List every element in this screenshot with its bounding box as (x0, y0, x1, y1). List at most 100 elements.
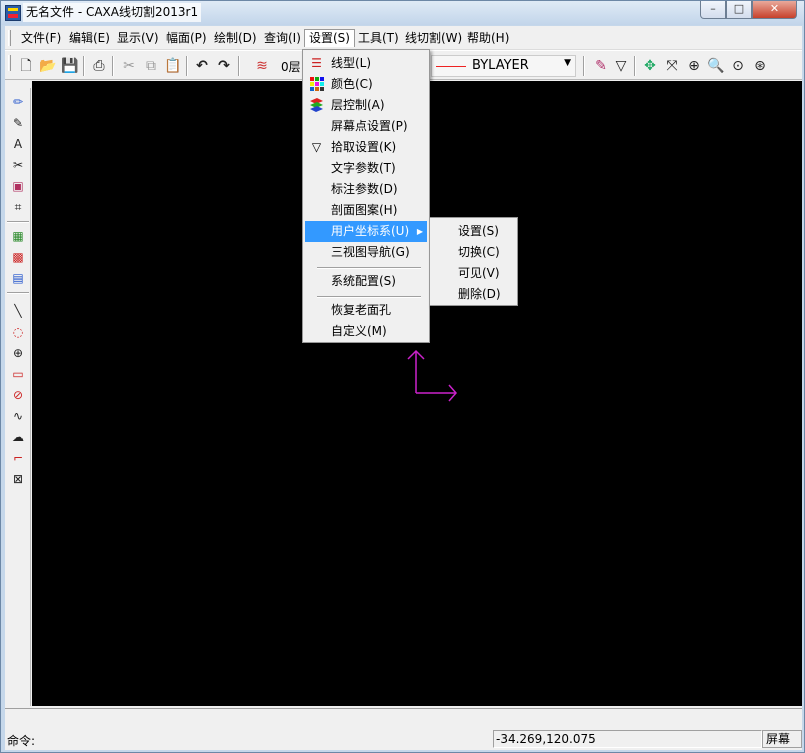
menu-item-layer-control[interactable]: 层控制(A) (305, 95, 427, 116)
arc-icon[interactable]: ◌ (8, 322, 28, 342)
menu-item-label: 拾取设置(K) (331, 140, 397, 154)
menu-settings[interactable]: 设置(S) (304, 29, 355, 47)
linetype-combo[interactable]: BYLAYER ▼ (431, 55, 576, 77)
menu-item-three-view-nav[interactable]: 三视图导航(G) (305, 242, 427, 263)
menu-item-label: 文字参数(T) (331, 161, 396, 175)
menu-item-linetype[interactable]: ☰ 线型(L) (305, 53, 427, 74)
undo-icon[interactable]: ↶ (193, 57, 211, 75)
save-icon[interactable]: 💾 (61, 57, 79, 75)
pick-filter-icon: ▽ (311, 140, 322, 154)
menu-item-text-params[interactable]: 文字参数(T) (305, 158, 427, 179)
print-icon[interactable]: ⎙ (90, 57, 108, 75)
minimize-button[interactable]: – (700, 1, 726, 19)
copy-icon[interactable]: ⧉ (142, 57, 160, 75)
menu-item-label: 颜色(C) (331, 77, 373, 91)
menu-item-customize[interactable]: 自定义(M) (305, 321, 427, 342)
menu-item-color[interactable]: 颜色(C) (305, 74, 427, 95)
title-bar[interactable]: 无名文件 - CAXA线切割2013r1 – □ ✕ (1, 1, 804, 25)
menu-item-label: 自定义(M) (331, 324, 387, 338)
menu-help[interactable]: 帮助(H) (463, 29, 513, 47)
menu-item-hatch-pattern[interactable]: 剖面图案(H) (305, 200, 427, 221)
block-icon[interactable]: ▣ (8, 176, 28, 196)
linetype-sample (436, 66, 466, 67)
dynamic-pan-icon[interactable]: ⤧ (663, 57, 681, 75)
left-toolbar: ✏ ✎ A ✂ ▣ ⌗ ▦ ▩ ▤ ╲ ◌ ⊕ ▭ ⊘ ∿ ☁ ⌐ ⊠ (5, 88, 31, 706)
point-mode-indicator[interactable]: 屏幕 (762, 730, 802, 748)
ucs-item-switch[interactable]: 切换(C) (432, 242, 515, 263)
layers-icon (309, 98, 324, 113)
maximize-button[interactable]: □ (726, 1, 752, 19)
menu-file[interactable]: 文件(F) (17, 29, 65, 47)
zoom-in-icon[interactable]: ⊕ (685, 57, 703, 75)
menu-item-label: 恢复老面孔 (331, 303, 392, 317)
line-icon[interactable]: ╲ (8, 301, 28, 321)
layer-icon[interactable]: ≋ (253, 57, 271, 75)
hatch-icon[interactable]: ⊠ (8, 469, 28, 489)
pan-icon[interactable]: ✥ (641, 57, 659, 75)
ucs-axis-icon (407, 349, 457, 402)
menu-paper[interactable]: 幅面(P) (162, 29, 211, 47)
ucs-item-set[interactable]: 设置(S) (432, 221, 515, 242)
menu-item-label: 系统配置(S) (331, 274, 396, 288)
menu-item-label: 层控制(A) (331, 98, 385, 112)
current-layer-label[interactable]: 0层 (281, 58, 301, 75)
submenu-arrow-icon: ▶ (416, 227, 423, 236)
image-icon[interactable]: ▦ (8, 226, 28, 246)
coordinate-readout: -34.269,120.075 (493, 730, 762, 748)
rectangle-icon[interactable]: ▭ (8, 364, 28, 384)
zoom-window-icon[interactable]: 🔍 (707, 57, 725, 75)
delete-block-icon[interactable]: ▩ (8, 247, 28, 267)
menu-query[interactable]: 查询(I) (260, 29, 305, 47)
modify-pencil-icon[interactable]: ✎ (8, 113, 28, 133)
chevron-down-icon[interactable]: ▼ (564, 58, 571, 68)
pick-filter-icon[interactable]: ▽ (612, 57, 630, 75)
close-button[interactable]: ✕ (752, 1, 797, 19)
polyline-icon[interactable]: ⌐ (8, 448, 28, 468)
centerline-icon[interactable]: ⊘ (8, 385, 28, 405)
ucs-item-delete[interactable]: 删除(D) (432, 284, 515, 305)
menu-item-label: 线型(L) (331, 56, 372, 70)
toolbar-grip[interactable] (8, 55, 11, 71)
menu-item-label: 屏幕点设置(P) (331, 119, 408, 133)
spline-icon[interactable]: ∿ (8, 406, 28, 426)
open-file-icon[interactable]: 📂 (39, 57, 57, 75)
toolbar-separator (186, 56, 188, 76)
toolbar-separator (583, 56, 585, 76)
menu-item-screen-point[interactable]: 屏幕点设置(P) (305, 116, 427, 137)
library-icon[interactable]: ▤ (8, 268, 28, 288)
menu-view[interactable]: 显示(V) (113, 29, 163, 47)
menu-wire-cut[interactable]: 线切割(W) (401, 29, 466, 47)
linetype-value: BYLAYER (472, 58, 529, 73)
menu-item-system-config[interactable]: 系统配置(S) (305, 271, 427, 292)
menu-item-label: 剖面图案(H) (331, 203, 398, 217)
status-bar: 命令: -34.269,120.075 屏幕 (5, 728, 802, 750)
zoom-all-icon[interactable]: ⊛ (751, 57, 769, 75)
linetype-icon: ☰ (311, 56, 322, 70)
menu-item-user-coordinate-system[interactable]: 用户坐标系(U) ▶ (305, 221, 427, 242)
paste-icon[interactable]: 📋 (164, 57, 182, 75)
ucs-item-visible[interactable]: 可见(V) (432, 263, 515, 284)
scissors-icon[interactable]: ✂ (8, 155, 28, 175)
menu-edit[interactable]: 编辑(E) (65, 29, 114, 47)
menu-item-dimension-params[interactable]: 标注参数(D) (305, 179, 427, 200)
ucs-submenu: 设置(S) 切换(C) 可见(V) 删除(D) (429, 217, 518, 306)
pencil-icon[interactable]: ✏ (8, 92, 28, 112)
menu-item-pick-settings[interactable]: ▽ 拾取设置(K) (305, 137, 427, 158)
eraser-icon[interactable]: ✎ (592, 57, 610, 75)
menu-draw[interactable]: 绘制(D) (210, 29, 261, 47)
dimension-icon[interactable]: ⌗ (8, 197, 28, 217)
menubar-grip[interactable] (8, 30, 11, 46)
cloud-icon[interactable]: ☁ (8, 427, 28, 447)
menu-item-label: 用户坐标系(U) (331, 224, 410, 238)
circle-icon[interactable]: ⊕ (8, 343, 28, 363)
text-tool-icon[interactable]: A (8, 134, 28, 154)
cut-icon[interactable]: ✂ (120, 57, 138, 75)
redo-icon[interactable]: ↷ (215, 57, 233, 75)
menu-item-restore-classic[interactable]: 恢复老面孔 (305, 300, 427, 321)
new-file-icon[interactable]: 🗋 (17, 57, 35, 75)
window-title: 无名文件 - CAXA线切割2013r1 (23, 3, 202, 22)
command-line[interactable] (5, 708, 802, 728)
zoom-previous-icon[interactable]: ⊙ (729, 57, 747, 75)
menu-tools[interactable]: 工具(T) (354, 29, 403, 47)
command-prompt-label: 命令: (7, 734, 36, 748)
